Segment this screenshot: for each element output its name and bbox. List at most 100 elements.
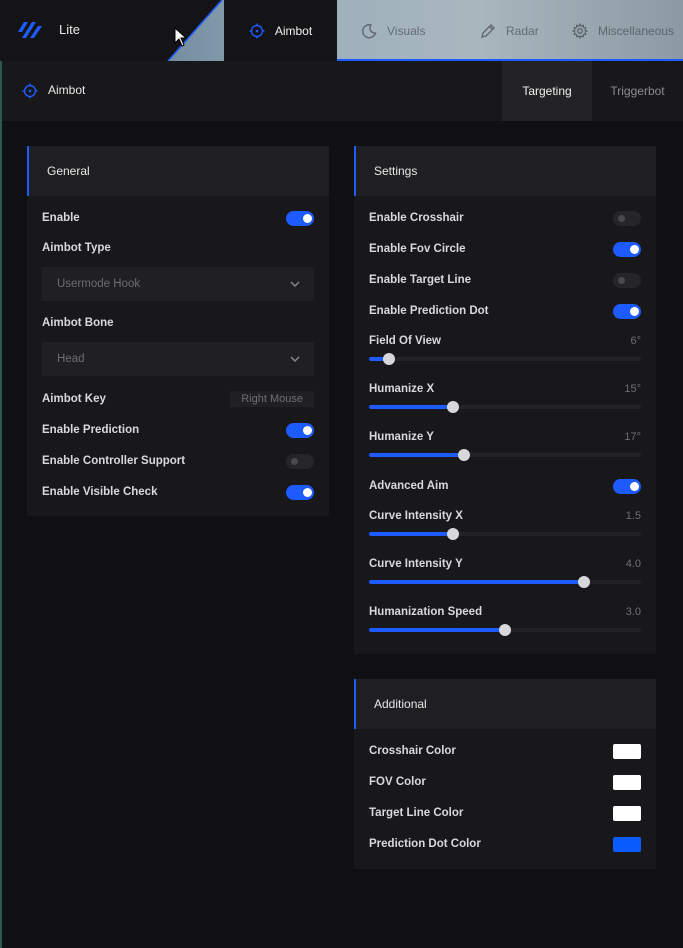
- slider-fill: [369, 405, 454, 409]
- fov-color-row: FOV Color: [369, 771, 641, 793]
- aimbot-type-dropdown[interactable]: Usermode Hook: [42, 267, 314, 301]
- fov-color-swatch[interactable]: [613, 774, 641, 790]
- aimbot-bone-dropdown[interactable]: Head: [42, 342, 314, 376]
- enable-crosshair-toggle[interactable]: [613, 210, 641, 226]
- target-line-color-label: Target Line Color: [369, 807, 464, 819]
- additional-panel-title: Additional: [354, 679, 656, 729]
- slider-thumb[interactable]: [383, 353, 396, 365]
- field-of-view-value: 6°: [630, 335, 641, 347]
- advanced-aim-row: Advanced Aim: [369, 475, 641, 497]
- target-line-color-row: Target Line Color: [369, 802, 641, 824]
- crosshair-color-swatch[interactable]: [613, 743, 641, 759]
- general-panel: General Enable Aimbot Type Usermode Hook…: [27, 146, 329, 516]
- prediction-dot-color-row: Prediction Dot Color: [369, 833, 641, 855]
- advanced-aim-label: Advanced Aim: [369, 480, 449, 492]
- slider-thumb[interactable]: [577, 576, 590, 588]
- field-of-view-row: Field Of View 6°: [369, 330, 641, 352]
- tab-miscellaneous[interactable]: Miscellaneous: [572, 0, 674, 61]
- crosshair-icon: [22, 83, 38, 99]
- crosshair-color-label: Crosshair Color: [369, 745, 456, 757]
- enable-prediction-row: Enable Prediction: [42, 419, 314, 441]
- tab-radar[interactable]: Radar: [480, 0, 539, 61]
- curve-intensity-x-value: 1.5: [625, 510, 641, 522]
- curve-intensity-x-slider[interactable]: [369, 528, 641, 540]
- slash-logo-icon: [18, 22, 42, 38]
- humanize-y-slider[interactable]: [369, 449, 641, 461]
- aimbot-type-value: Usermode Hook: [57, 278, 141, 290]
- slider-fill: [369, 453, 465, 457]
- curve-intensity-x-label: Curve Intensity X: [369, 510, 463, 522]
- aimbot-key-binder[interactable]: Right Mouse: [230, 391, 314, 407]
- enable-label: Enable: [42, 212, 80, 224]
- chevron-down-icon: [290, 356, 300, 362]
- advanced-aim-toggle[interactable]: [613, 478, 641, 494]
- prediction-dot-color-swatch[interactable]: [613, 836, 641, 852]
- mouse-cursor-icon: [174, 27, 188, 47]
- humanize-x-label: Humanize X: [369, 383, 435, 395]
- field-of-view-slider[interactable]: [369, 353, 641, 365]
- visible-check-label: Enable Visible Check: [42, 486, 158, 498]
- humanization-speed-label: Humanization Speed: [369, 606, 483, 618]
- enable-crosshair-label: Enable Crosshair: [369, 212, 464, 224]
- enable-crosshair-row: Enable Crosshair: [369, 207, 641, 229]
- slider-fill: [369, 580, 584, 584]
- chevron-down-icon: [290, 281, 300, 287]
- target-line-color-swatch[interactable]: [613, 805, 641, 821]
- prediction-dot-color-label: Prediction Dot Color: [369, 838, 481, 850]
- tab-aimbot-label: Aimbot: [274, 23, 313, 38]
- humanization-speed-row: Humanization Speed 3.0: [369, 601, 641, 623]
- aimbot-key-label: Aimbot Key: [42, 393, 106, 405]
- controller-support-row: Enable Controller Support: [42, 450, 314, 472]
- window-edge: [0, 61, 2, 948]
- enable-fov-circle-toggle[interactable]: [613, 241, 641, 257]
- slider-thumb[interactable]: [447, 401, 460, 413]
- enable-prediction-toggle[interactable]: [286, 422, 314, 438]
- slider-thumb[interactable]: [458, 449, 471, 461]
- field-of-view-label: Field Of View: [369, 335, 441, 347]
- visible-check-toggle[interactable]: [286, 484, 314, 500]
- curve-intensity-y-value: 4.0: [625, 558, 641, 570]
- humanize-y-label: Humanize Y: [369, 431, 434, 443]
- enable-target-line-toggle[interactable]: [613, 272, 641, 288]
- tab-aimbot[interactable]: Aimbot: [224, 0, 337, 61]
- enable-prediction-dot-toggle[interactable]: [613, 303, 641, 319]
- top-nav-bar: Lite Aimbot Visuals Radar Miscellaneous: [0, 0, 683, 61]
- aimbot-type-row: Aimbot Type: [42, 237, 314, 259]
- pen-icon: [481, 23, 495, 38]
- crosshair-icon: [249, 23, 265, 38]
- enable-target-line-row: Enable Target Line: [369, 269, 641, 291]
- slider-track: [369, 357, 641, 361]
- enable-toggle[interactable]: [286, 210, 314, 226]
- enable-row: Enable: [42, 207, 314, 229]
- slider-fill: [369, 628, 505, 632]
- humanization-speed-value: 3.0: [625, 606, 641, 618]
- general-panel-title: General: [27, 146, 329, 196]
- aimbot-bone-row: Aimbot Bone: [42, 312, 314, 334]
- enable-prediction-label: Enable Prediction: [42, 424, 140, 436]
- humanization-speed-slider[interactable]: [369, 624, 641, 636]
- aimbot-type-label: Aimbot Type: [42, 242, 111, 254]
- aimbot-bone-label: Aimbot Bone: [42, 317, 114, 329]
- tab-targeting[interactable]: Targeting: [502, 61, 592, 121]
- controller-support-toggle[interactable]: [286, 453, 314, 469]
- sub-header: Aimbot Targeting Triggerbot: [2, 61, 683, 121]
- additional-panel: Additional Crosshair Color FOV Color Tar…: [354, 679, 656, 869]
- slider-fill: [369, 532, 454, 536]
- moon-icon: [362, 23, 377, 38]
- tab-miscellaneous-label: Miscellaneous: [598, 23, 675, 38]
- humanize-y-value: 17°: [624, 431, 641, 443]
- humanize-x-slider[interactable]: [369, 401, 641, 413]
- tab-visuals-label: Visuals: [387, 23, 426, 38]
- tab-radar-label: Radar: [506, 23, 539, 38]
- aimbot-bone-value: Head: [57, 353, 85, 365]
- curve-intensity-y-slider[interactable]: [369, 576, 641, 588]
- enable-fov-circle-row: Enable Fov Circle: [369, 238, 641, 260]
- tab-visuals[interactable]: Visuals: [361, 0, 425, 61]
- enable-fov-circle-label: Enable Fov Circle: [369, 243, 466, 255]
- tab-triggerbot[interactable]: Triggerbot: [592, 61, 683, 121]
- humanize-x-row: Humanize X 15°: [369, 378, 641, 400]
- slider-thumb[interactable]: [499, 624, 511, 636]
- settings-panel: Settings Enable Crosshair Enable Fov Cir…: [354, 146, 656, 654]
- humanize-y-row: Humanize Y 17°: [369, 426, 641, 448]
- slider-thumb[interactable]: [447, 528, 460, 540]
